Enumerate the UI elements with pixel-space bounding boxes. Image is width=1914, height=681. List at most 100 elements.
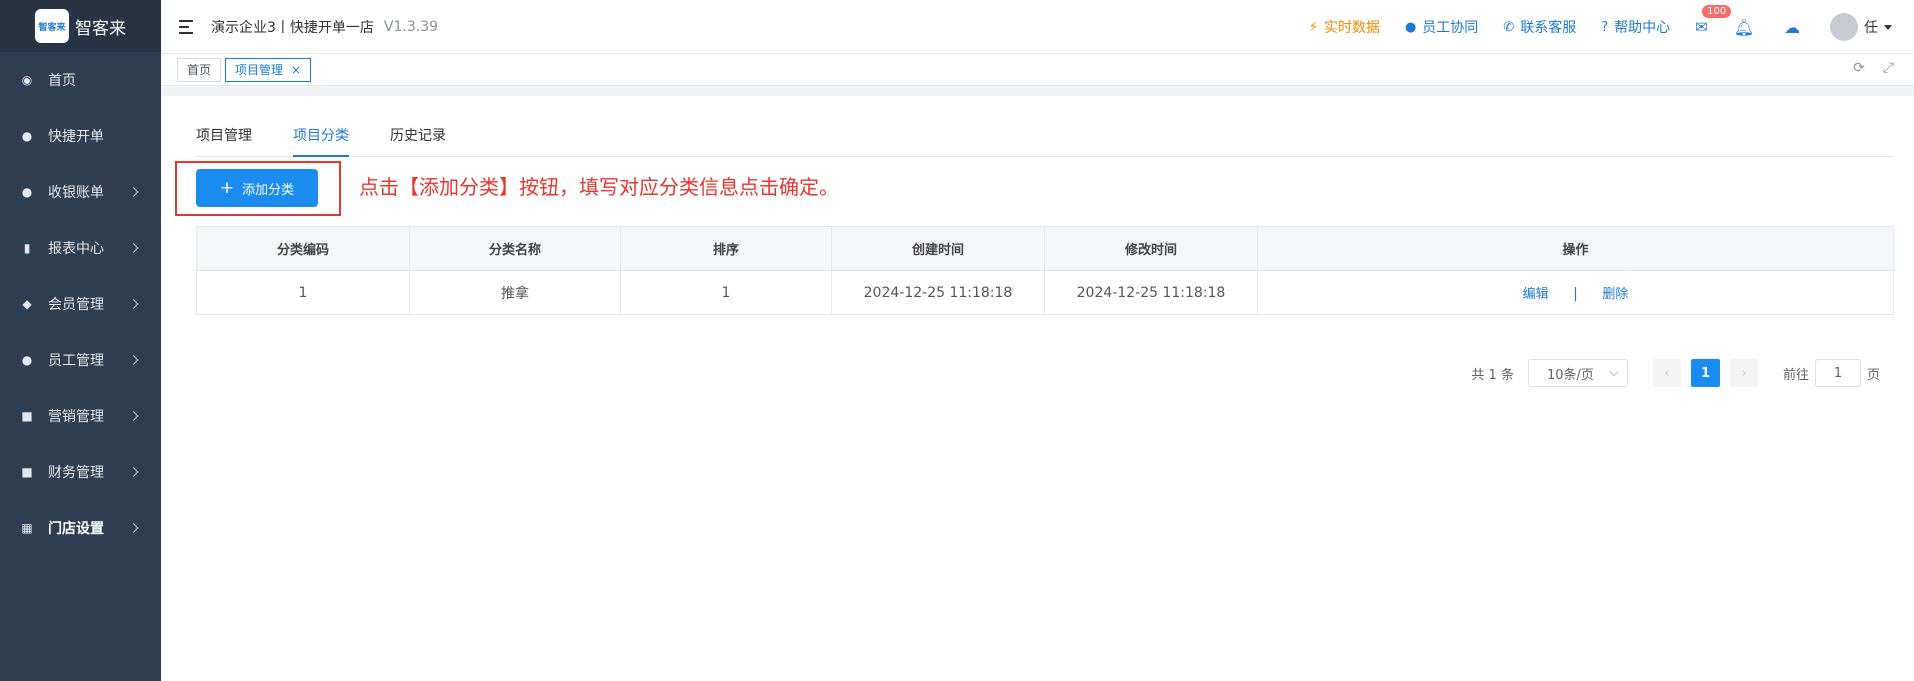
bell-icon[interactable]: 🔔︎ (1734, 18, 1754, 37)
sub-tabs: 项目管理 项目分类 历史记录 (196, 117, 1894, 157)
goto-prefix: 前往 (1782, 367, 1809, 383)
sidebar: 智客来 智客来 ◉ 首页 ● 快捷开单 ● 收银账单 ▮ 报表中心 ◆ 会员管理… (0, 0, 161, 681)
sidebar-item-reports[interactable]: ▮ 报表中心 (0, 220, 161, 276)
pagination: 共 1 条 10条/页 ‹ 1 › 前往 1 页 (1471, 359, 1880, 387)
sidebar-item-label: 营销管理 (48, 409, 104, 425)
column-header: 创建时间 (831, 226, 1045, 271)
main-content: 项目管理 项目分类 历史记录 + 添加分类 点击【添加分类】按钮，填写对应分类信… (161, 96, 1914, 681)
total-count: 共 1 条 (1471, 367, 1514, 383)
sidebar-item-label: 财务管理 (48, 465, 104, 481)
page-size-value: 10条/页 (1546, 367, 1594, 383)
fullscreen-icon[interactable]: ⤢ (1883, 60, 1894, 76)
delete-link[interactable]: 删除 (1602, 287, 1628, 302)
sidebar-item-finance[interactable]: ■ 财务管理 (0, 444, 161, 500)
add-category-label: 添加分类 (242, 182, 295, 198)
goto-suffix: 页 (1866, 367, 1880, 383)
chevron-right-icon (128, 467, 139, 477)
column-header: 分类名称 (409, 226, 621, 271)
category-table: 分类编码 分类名称 排序 创建时间 修改时间 操作 1 推拿 1 2024-12… (196, 226, 1894, 315)
cell-sort: 1 (620, 270, 832, 315)
chevron-right-icon (128, 355, 139, 365)
staff-collab-label: 员工协同 (1422, 20, 1479, 36)
help-center-link[interactable]: ? 帮助中心 (1601, 17, 1670, 37)
sidebar-item-label: 门店设置 (48, 521, 104, 537)
sidebar-item-marketing[interactable]: ■ 营销管理 (0, 388, 161, 444)
sidebar-item-label: 收银账单 (48, 185, 104, 201)
diamond-icon: ◆ (22, 297, 32, 311)
help-center-label: 帮助中心 (1614, 20, 1671, 36)
staff-collab-link[interactable]: ● 员工协同 (1405, 17, 1478, 37)
column-header: 分类编码 (196, 226, 410, 271)
mail-button[interactable]: ✉ 100 (1695, 5, 1732, 36)
tab-history[interactable]: 历史记录 (390, 117, 446, 156)
cell-created: 2024-12-25 11:18:18 (831, 270, 1045, 315)
sidebar-item-label: 首页 (48, 73, 76, 89)
contact-service-link[interactable]: ✆ 联系客服 (1503, 17, 1576, 37)
chevron-right-icon (128, 523, 139, 533)
cell-modified: 2024-12-25 11:18:18 (1044, 270, 1258, 315)
chevron-right-icon (128, 411, 139, 421)
sidebar-item-label: 会员管理 (48, 297, 104, 313)
money-bag-icon: ● (21, 185, 33, 199)
next-page-button[interactable]: › (1729, 359, 1758, 387)
mail-badge: 100 (1702, 5, 1732, 18)
sidebar-item-members[interactable]: ◆ 会员管理 (0, 276, 161, 332)
column-header: 排序 (620, 226, 832, 271)
header: 演示企业3丨快捷开单一店 V1.3.39 ⚡ 实时数据 ● 员工协同 ✆ 联系客… (161, 0, 1914, 54)
tab-project-category[interactable]: 项目分类 (293, 117, 349, 157)
realtime-data-link[interactable]: ⚡ 实时数据 (1309, 17, 1380, 37)
page-size-select[interactable]: 10条/页 (1527, 359, 1628, 387)
sidebar-item-label: 报表中心 (48, 241, 104, 257)
menu-fold-icon[interactable] (179, 19, 197, 34)
page-number[interactable]: 1 (1690, 359, 1720, 387)
sidebar-item-store-settings[interactable]: ▦ 门店设置 (0, 500, 161, 556)
tag-tools: ⟳ ⤢ (1835, 60, 1894, 76)
mail-icon: ✉ (1695, 18, 1708, 36)
sidebar-item-cashier[interactable]: ● 收银账单 (0, 164, 161, 220)
tag-home[interactable]: 首页 (177, 57, 222, 82)
phone-icon: ✆ (1503, 19, 1515, 35)
goto-page-input[interactable]: 1 (1814, 359, 1861, 387)
instruction-text: 点击【添加分类】按钮，填写对应分类信息点击确定。 (359, 175, 839, 199)
grid-icon: ▦ (21, 521, 33, 535)
sidebar-item-home[interactable]: ◉ 首页 (0, 52, 161, 108)
tab-project-management[interactable]: 项目管理 (196, 117, 252, 156)
refresh-icon[interactable]: ⟳ (1853, 60, 1865, 76)
bar-chart-icon: ▮ (23, 241, 31, 255)
chevron-down-icon (1609, 367, 1619, 377)
close-icon[interactable]: × (291, 63, 301, 77)
logo-text: 智客来 (75, 18, 126, 39)
cloud-icon[interactable]: ☁ (1784, 18, 1800, 37)
realtime-data-label: 实时数据 (1323, 20, 1380, 36)
app-version: V1.3.39 (383, 18, 439, 35)
briefcase-icon: ■ (21, 409, 33, 423)
contact-service-label: 联系客服 (1520, 20, 1577, 36)
prev-page-button[interactable]: ‹ (1652, 359, 1681, 387)
trend-icon: ⚡ (1308, 19, 1318, 35)
cell-actions: 编辑 | 删除 (1257, 270, 1894, 315)
goto-page: 前往 1 页 (1783, 359, 1880, 387)
column-header: 操作 (1257, 226, 1894, 271)
add-category-button[interactable]: + 添加分类 (196, 169, 318, 207)
user-icon: ● (21, 353, 33, 367)
sidebar-item-quick-order[interactable]: ● 快捷开单 (0, 108, 161, 164)
column-header: 修改时间 (1044, 226, 1258, 271)
users-icon: ● (1404, 19, 1417, 35)
company-name: 演示企业3丨快捷开单一店 (211, 19, 374, 36)
tag-project-management[interactable]: 项目管理 × (225, 57, 312, 82)
tag-home-label: 首页 (187, 63, 212, 77)
plus-icon: + (219, 177, 235, 198)
header-actions: ⚡ 实时数据 ● 员工协同 ✆ 联系客服 ? 帮助中心 ✉ 100 🔔︎ ☁ 任 (1309, 0, 1914, 54)
caret-down-icon[interactable] (1884, 24, 1892, 30)
edit-link[interactable]: 编辑 (1523, 287, 1549, 302)
avatar[interactable] (1830, 13, 1858, 41)
sidebar-item-staff[interactable]: ● 员工管理 (0, 332, 161, 388)
dashboard-icon: ◉ (21, 73, 33, 87)
logo-icon: 智客来 (35, 9, 69, 43)
table-row: 1 推拿 1 2024-12-25 11:18:18 2024-12-25 11… (196, 270, 1894, 315)
cell-name: 推拿 (409, 270, 621, 315)
divider (161, 87, 1914, 96)
tags-view: 首页 项目管理 × ⟳ ⤢ (161, 54, 1914, 86)
chevron-right-icon (128, 187, 139, 197)
user-name[interactable]: 任 (1864, 17, 1878, 37)
